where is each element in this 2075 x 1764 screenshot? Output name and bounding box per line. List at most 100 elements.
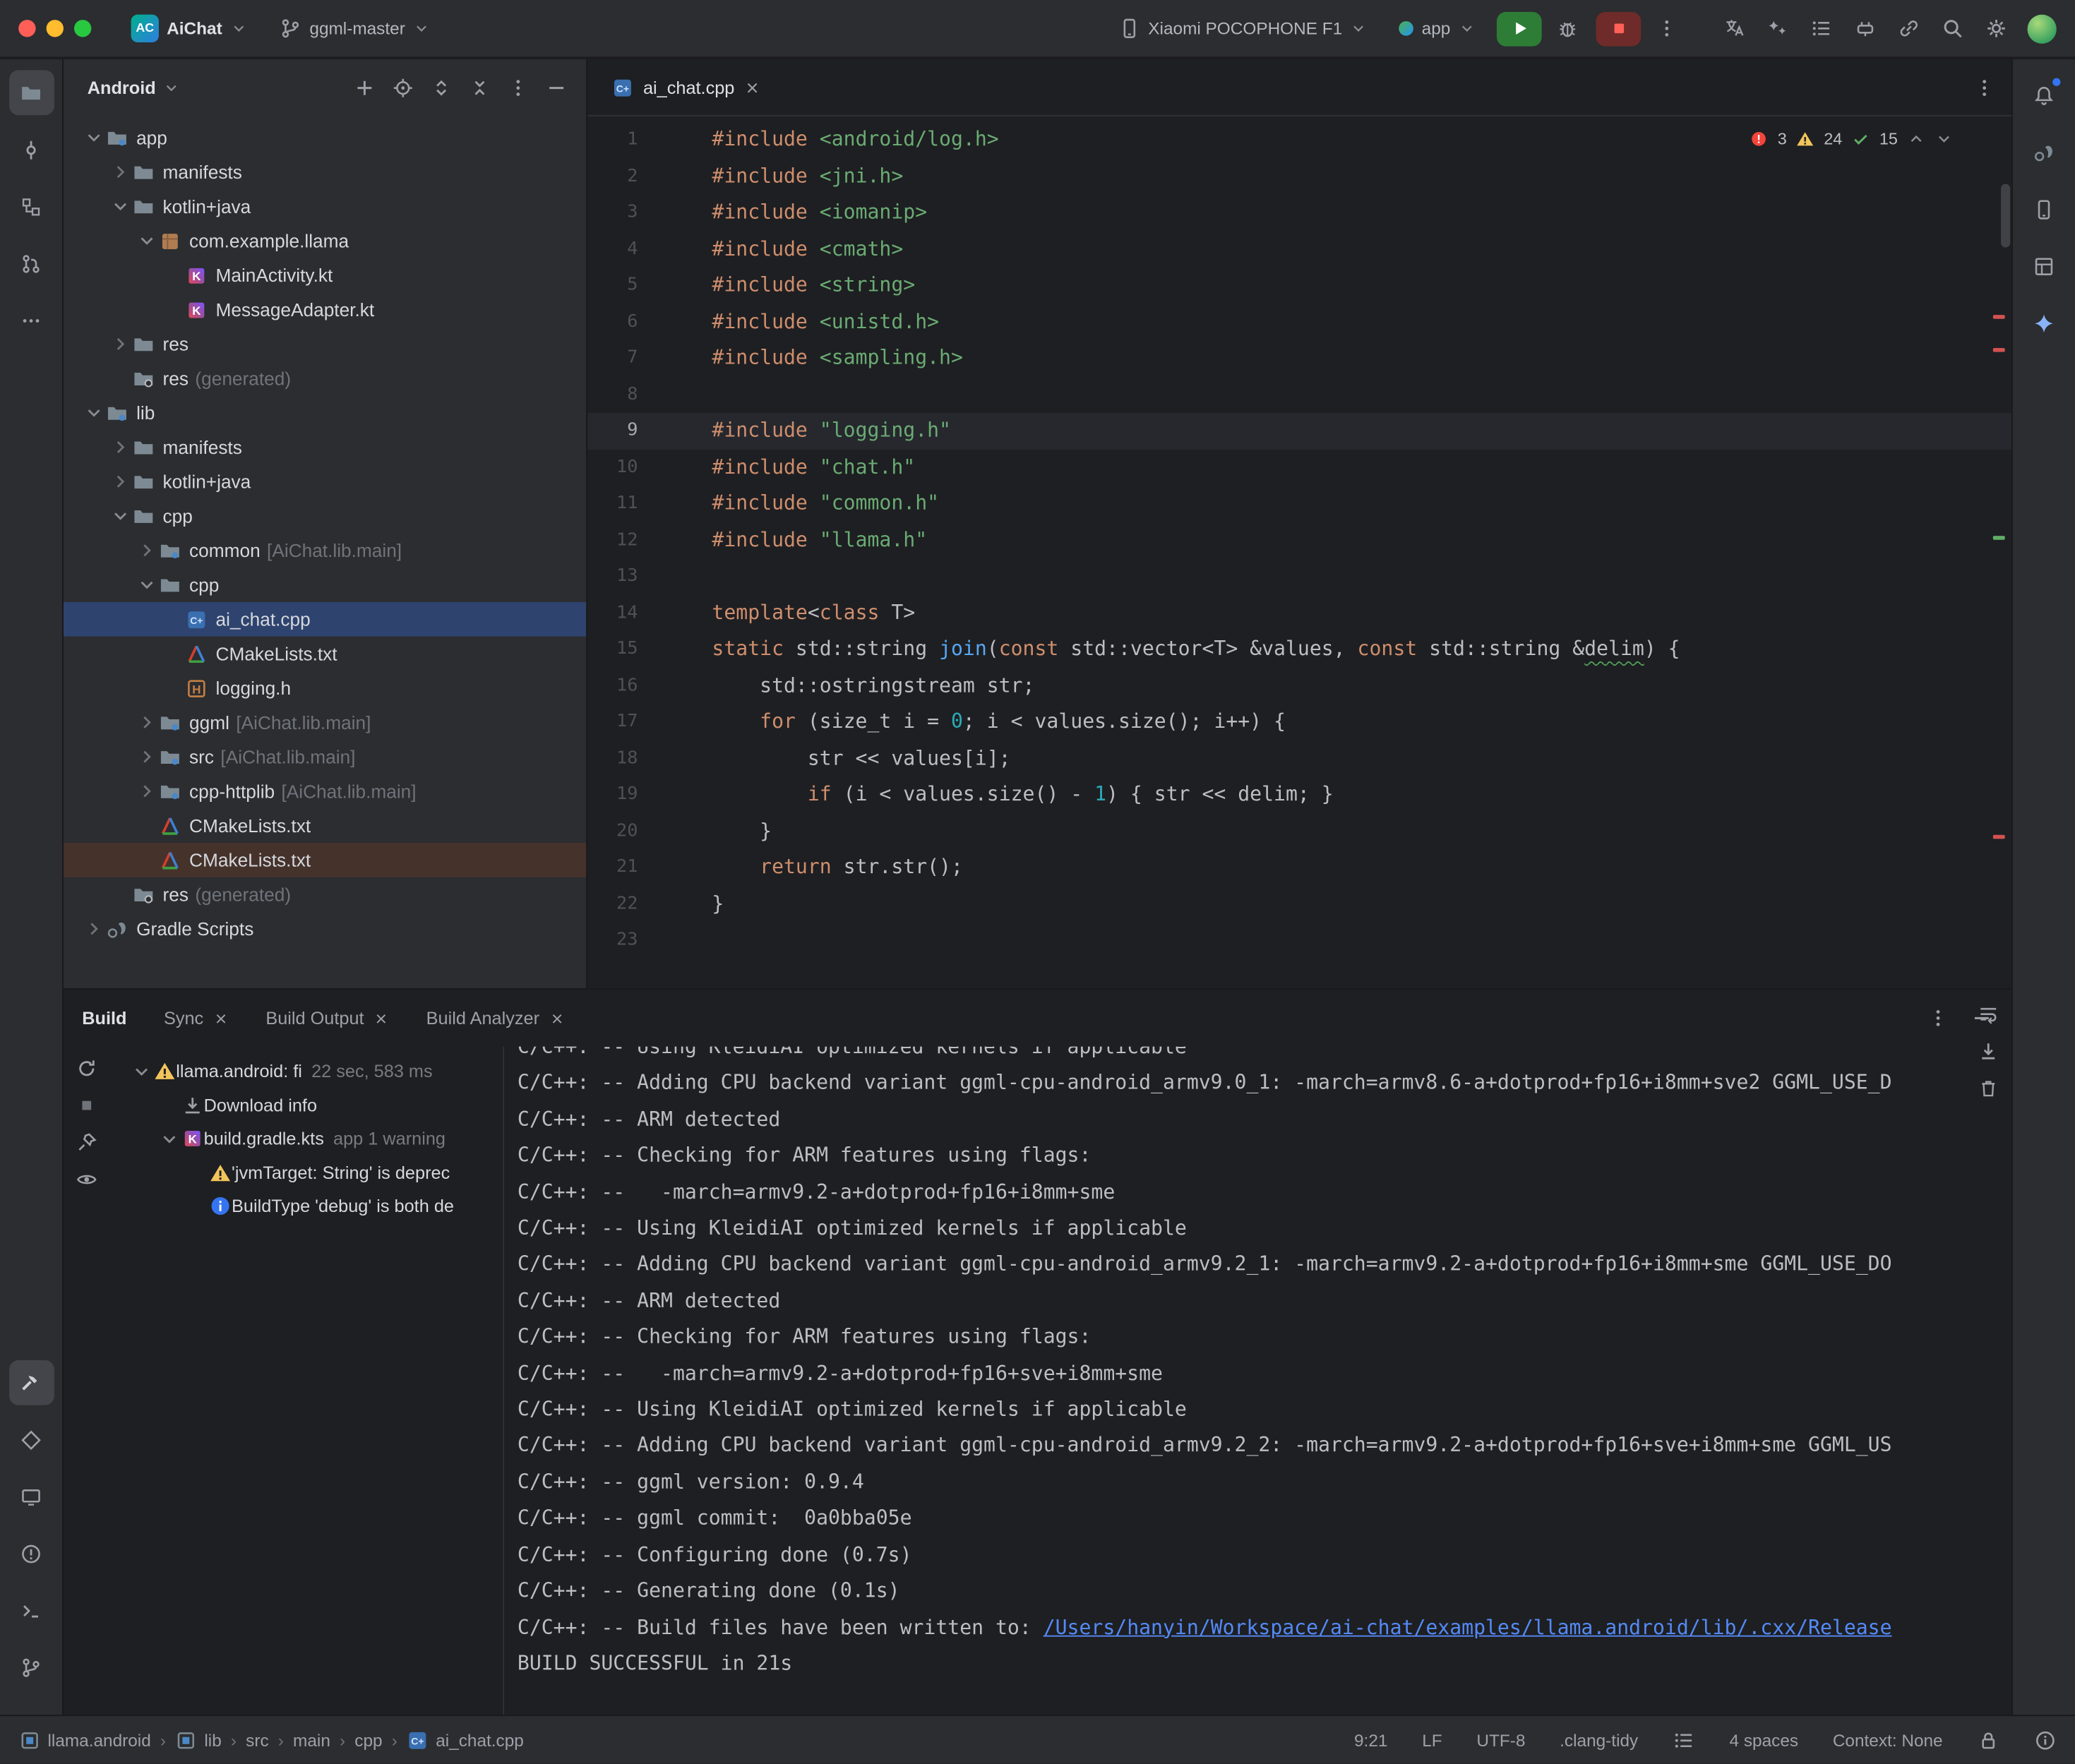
chevron-right-icon[interactable] [109,437,133,458]
project-tree-item-com-example-llama[interactable]: com.example.llama [64,224,586,258]
pull-requests-tool-button[interactable] [8,241,54,286]
stop-icon[interactable] [76,1094,98,1117]
breadcrumb-item-lib[interactable]: lib [175,1729,222,1751]
code-line-18[interactable]: 18 str << values[i]; [587,740,2011,777]
project-tree-item-res[interactable]: res (generated) [64,361,586,396]
build-tree-item[interactable]: Download info [124,1088,503,1122]
gradle-tool-button[interactable] [2021,130,2067,175]
ai-assistant-button[interactable] [1759,10,1795,47]
editor-scrollbar[interactable] [2001,184,2010,248]
tab-options-button[interactable] [1966,70,2001,104]
code-line-5[interactable]: 5#include <string> [587,268,2011,304]
notifications-tool-button[interactable] [2021,73,2067,118]
collapse-all-button[interactable] [462,70,496,104]
build-options-icon[interactable] [1927,1007,1949,1029]
code-line-13[interactable]: 13 [587,558,2011,595]
chevron-right-icon[interactable] [109,471,133,492]
info-icon[interactable] [2034,1729,2057,1751]
code-line-11[interactable]: 11#include "common.h" [587,486,2011,522]
code-line-20[interactable]: 20 } [587,813,2011,850]
project-tree-item-cmakelists-txt[interactable]: CMakeLists.txt [64,808,586,843]
code-style-icon[interactable] [1673,1729,1695,1751]
chevron-down-icon[interactable] [157,1128,181,1149]
close-tab-icon[interactable] [373,1010,389,1026]
project-tree-item-cmakelists-txt[interactable]: CMakeLists.txt [64,637,586,671]
project-tree-item-res[interactable]: res (generated) [64,877,586,912]
chevron-right-icon[interactable] [109,162,133,183]
profile-avatar[interactable] [2028,14,2057,43]
running-devices-tool-button[interactable] [8,1474,54,1519]
hide-panel-button[interactable] [539,70,573,104]
commit-tool-button[interactable] [8,127,54,172]
chevron-down-icon[interactable] [135,230,159,251]
plugins-button[interactable] [1846,10,1883,47]
run-configuration-selector[interactable]: app [1389,8,1486,48]
chevron-right-icon[interactable] [135,781,159,802]
more-actions-button[interactable] [1648,10,1685,47]
code-line-15[interactable]: 15static std::string join(const std::vec… [587,631,2011,668]
breadcrumb-item-main[interactable]: main [293,1730,330,1750]
project-tree-item-manifests[interactable]: manifests [64,155,586,189]
chevron-down-icon[interactable] [130,1061,154,1082]
terminal-tool-button[interactable] [8,1588,54,1633]
project-tree-item-src[interactable]: src [AiChat.lib.main] [64,740,586,774]
close-tab-icon[interactable] [744,79,761,96]
preview-icon[interactable] [76,1168,98,1191]
expand-all-button[interactable] [424,70,458,104]
build-tool-button[interactable] [8,1360,54,1405]
chevron-down-icon[interactable] [109,196,133,217]
breadcrumb-item-src[interactable]: src [246,1730,269,1750]
project-tree-item-cpp[interactable]: cpp [64,499,586,534]
close-window-button[interactable] [18,20,35,37]
previous-problem-icon[interactable] [1907,130,1925,148]
line-separator-widget[interactable]: LF [1422,1730,1442,1750]
code-line-14[interactable]: 14template<class T> [587,595,2011,632]
build-tree-item[interactable]: BuildType 'debug' is both de [124,1189,503,1223]
clang-tidy-widget[interactable]: .clang-tidy [1560,1730,1638,1750]
project-tree-item-messageadapter-kt[interactable]: KMessageAdapter.kt [64,292,586,327]
code-line-9[interactable]: 9#include "logging.h" [587,413,2011,450]
code-line-8[interactable]: 8 [587,376,2011,413]
code-line-23[interactable]: 23 [587,922,2011,959]
build-console[interactable]: C/C++: -- Using KleidiAI optimized kerne… [503,1047,2011,1715]
zoom-window-button[interactable] [74,20,91,37]
inspections-widget[interactable]: 3 24 15 [1750,130,1953,148]
project-tree-item-mainactivity-kt[interactable]: KMainActivity.kt [64,258,586,293]
structure-tool-button[interactable] [8,184,54,229]
code-line-12[interactable]: 12#include "llama.h" [587,522,2011,558]
project-tree-item-logging-h[interactable]: Hlogging.h [64,671,586,705]
settings-button[interactable] [1977,10,2014,47]
layout-inspector-tool-button[interactable] [2021,244,2067,289]
project-tree-item-app[interactable]: app [64,121,586,155]
add-button[interactable] [347,70,381,104]
close-tab-icon[interactable] [549,1010,564,1026]
code-line-10[interactable]: 10#include "chat.h" [587,449,2011,486]
vcs-branch-widget[interactable]: ggml-master [268,8,441,48]
project-tree-item-kotlin-java[interactable]: kotlin+java [64,189,586,224]
context-widget[interactable]: Context: None [1833,1730,1943,1750]
build-tree-item[interactable]: Kbuild.gradle.ktsapp 1 warning [124,1122,503,1156]
chevron-right-icon[interactable] [135,540,159,561]
encoding-widget[interactable]: UTF-8 [1476,1730,1525,1750]
chevron-right-icon[interactable] [135,746,159,767]
build-output-link[interactable]: /Users/hanyin/Workspace/ai-chat/examples… [1044,1615,1892,1639]
lock-icon[interactable] [1977,1729,1999,1751]
editor-tab-ai-chat-cpp[interactable]: C+ ai_chat.cpp [598,59,774,115]
indent-widget[interactable]: 4 spaces [1730,1730,1799,1750]
stop-button[interactable] [1596,11,1642,46]
run-button[interactable] [1497,11,1542,46]
pin-icon[interactable] [76,1132,98,1154]
soft-wrap-icon[interactable] [1977,1003,1999,1026]
code-line-3[interactable]: 3#include <iomanip> [587,195,2011,232]
code-line-7[interactable]: 7#include <sampling.h> [587,340,2011,377]
build-tab-build[interactable]: Build [82,1008,126,1028]
chevron-right-icon[interactable] [109,333,133,354]
project-tool-button[interactable] [8,70,54,115]
error-stripe-mark[interactable] [1993,315,2005,319]
debug-button[interactable] [1548,10,1585,47]
next-problem-icon[interactable] [1935,130,1953,148]
project-tree-item-cmakelists-txt[interactable]: CMakeLists.txt [64,843,586,877]
device-manager-tool-button[interactable] [2021,186,2067,232]
chevron-down-icon[interactable] [109,505,133,527]
code-line-2[interactable]: 2#include <jni.h> [587,158,2011,195]
